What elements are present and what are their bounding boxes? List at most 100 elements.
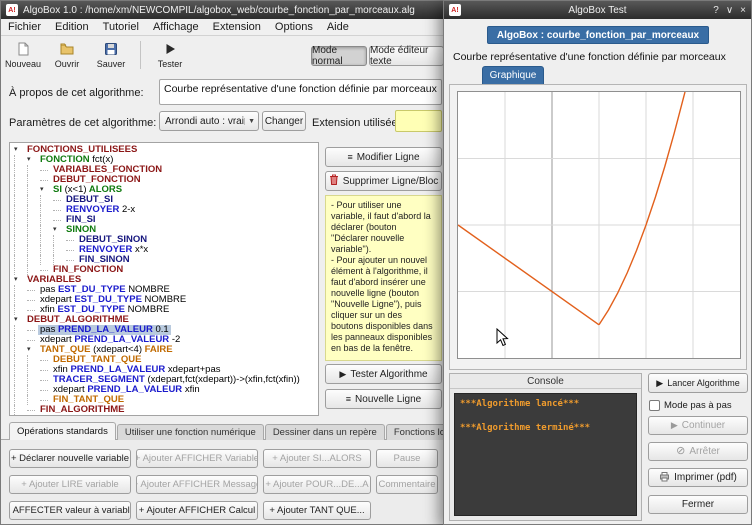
indent-guide xyxy=(27,165,40,175)
extension-field[interactable] xyxy=(395,110,442,132)
indent-guide xyxy=(53,235,66,245)
test-window-title: AlgoBox Test xyxy=(444,5,751,16)
indent-guide xyxy=(40,245,53,255)
menu-extension[interactable]: Extension xyxy=(206,21,268,33)
branch-tick xyxy=(40,360,48,361)
tester-algorithme-label: Tester Algorithme xyxy=(350,369,427,380)
expand-arrow-icon: ▾ xyxy=(27,345,38,355)
action-ajouter-tant-que[interactable]: + Ajouter TANT QUE... xyxy=(263,501,371,520)
tree-line[interactable]: DEBUT_SINON xyxy=(11,235,318,245)
indent-guide xyxy=(14,365,27,375)
params-dropdown[interactable]: Arrondi auto : vrai ▼ xyxy=(159,111,259,131)
indent-guide xyxy=(53,245,66,255)
mode-normal-button[interactable]: Mode normal xyxy=(311,46,367,66)
indent-guide xyxy=(40,215,53,225)
test-titlebar[interactable]: A! AlgoBox Test ? ∨ × xyxy=(444,1,751,19)
mode-pas-a-pas-checkbox[interactable] xyxy=(649,400,660,411)
params-label: Paramètres de cet algorithme: xyxy=(9,117,156,129)
indent-guide xyxy=(27,225,40,235)
tab-operations-standards[interactable]: Opérations standards xyxy=(9,422,116,440)
indent-guide xyxy=(27,195,40,205)
mode-editeur-texte-button[interactable]: Mode éditeur texte xyxy=(369,46,444,66)
lancer-algorithme-button[interactable]: ▶ Lancer Algorithme xyxy=(648,373,748,393)
branch-tick xyxy=(40,370,48,371)
branch-tick xyxy=(66,240,74,241)
menu-options[interactable]: Options xyxy=(268,21,320,33)
indent-guide xyxy=(27,245,40,255)
fermer-label: Fermer xyxy=(682,499,714,510)
branch-tick xyxy=(66,250,74,251)
edit-lines-icon: ≡ xyxy=(347,153,352,162)
mode-pas-a-pas-label: Mode pas à pas xyxy=(664,400,732,411)
action-ajouter-afficher-variable: + Ajouter AFFICHER Variable xyxy=(136,449,258,468)
branch-tick xyxy=(27,330,35,331)
changer-button[interactable]: Changer xyxy=(262,111,306,131)
save-button[interactable]: Sauver xyxy=(89,38,133,72)
tab-graphique[interactable]: Graphique xyxy=(482,66,544,85)
supprimer-ligne-button[interactable]: Supprimer Ligne/Bloc xyxy=(325,171,442,191)
continuer-button[interactable]: ▶ Continuer xyxy=(648,416,748,435)
branch-tick xyxy=(40,170,48,171)
about-field[interactable]: Courbe représentative d'une fonction déf… xyxy=(159,79,442,105)
expand-arrow-icon: ▾ xyxy=(40,185,51,195)
new-document-icon xyxy=(16,42,30,58)
indent-guide xyxy=(27,215,40,225)
new-button[interactable]: Nouveau xyxy=(1,38,45,72)
action-ajouter-si-alors: + Ajouter SI...ALORS xyxy=(263,449,371,468)
tree-line[interactable]: FIN_SI xyxy=(11,215,318,225)
algorithm-tree[interactable]: ▾FONCTIONS_UTILISEES▾FONCTION fct(x)VARI… xyxy=(9,142,319,416)
branch-tick xyxy=(27,290,35,291)
stop-icon: ⊘ xyxy=(676,446,685,457)
tree-line[interactable]: ▾SI (x<1) ALORS xyxy=(11,185,318,195)
indent-guide xyxy=(27,385,40,395)
console-output[interactable]: ***Algorithme lancé*** ***Algorithme ter… xyxy=(454,393,637,516)
about-field-value: Courbe représentative d'une fonction déf… xyxy=(164,83,437,95)
branch-tick xyxy=(53,210,61,211)
nouvelle-ligne-button[interactable]: ≡ Nouvelle Ligne xyxy=(325,389,442,409)
about-label: À propos de cet algorithme: xyxy=(9,87,144,99)
tab-utiliser-une-fonction-numerique[interactable]: Utiliser une fonction numérique xyxy=(117,424,264,440)
save-button-label: Sauver xyxy=(97,59,126,69)
branch-tick xyxy=(40,270,48,271)
branch-tick xyxy=(53,200,61,201)
action-ajouter-afficher-calcul[interactable]: + Ajouter AFFICHER Calcul xyxy=(136,501,258,520)
indent-guide xyxy=(14,405,27,415)
tree-line[interactable]: FIN_ALGORITHME xyxy=(11,405,318,415)
toolbar-separator xyxy=(140,41,141,69)
tree-line[interactable]: RENVOYER 2-x xyxy=(11,205,318,215)
menu-items: FichierEditionTutorielAffichageExtension… xyxy=(1,21,356,33)
modifier-ligne-button[interactable]: ≡ Modifier Ligne xyxy=(325,147,442,167)
test-button-label: Tester xyxy=(158,59,183,69)
params-dropdown-value: Arrondi auto : vrai xyxy=(165,116,244,127)
tree-line[interactable]: DEBUT_SI xyxy=(11,195,318,205)
modifier-ligne-label: Modifier Ligne xyxy=(357,152,420,163)
indent-guide xyxy=(27,175,40,185)
play-icon: ▶ xyxy=(671,421,678,430)
indent-guide xyxy=(14,195,27,205)
indent-guide xyxy=(27,375,40,385)
tree-line[interactable]: ▾SINON xyxy=(11,225,318,235)
imprimer-pdf-button[interactable]: Imprimer (pdf) xyxy=(648,468,748,487)
indent-guide xyxy=(27,185,40,195)
menu-tutoriel[interactable]: Tutoriel xyxy=(96,21,146,33)
open-button[interactable]: Ouvrir xyxy=(45,38,89,72)
menu-fichier[interactable]: Fichier xyxy=(1,21,48,33)
menu-affichage[interactable]: Affichage xyxy=(146,21,206,33)
action-affecter-valeur-a-variable[interactable]: + AFFECTER valeur à variable xyxy=(9,501,131,520)
menu-aide[interactable]: Aide xyxy=(320,21,356,33)
action-declarer-nouvelle-variable[interactable]: + Déclarer nouvelle variable xyxy=(9,449,131,468)
fermer-button[interactable]: Fermer xyxy=(648,495,748,514)
tree-line[interactable]: RENVOYER x*x xyxy=(11,245,318,255)
arreter-button[interactable]: ⊘ Arrêter xyxy=(648,442,748,461)
expand-arrow-icon: ▾ xyxy=(14,275,25,285)
test-button[interactable]: Tester xyxy=(148,38,192,72)
tab-dessiner-dans-un-repere[interactable]: Dessiner dans un repère xyxy=(265,424,385,440)
mode-normal-label: Mode normal xyxy=(312,45,366,67)
test-window: A! AlgoBox Test ? ∨ × AlgoBox : courbe_f… xyxy=(443,0,752,525)
tester-algorithme-button[interactable]: ▶ Tester Algorithme xyxy=(325,364,442,384)
menu-edition[interactable]: Edition xyxy=(48,21,96,33)
imprimer-pdf-label: Imprimer (pdf) xyxy=(674,472,737,483)
branch-tick xyxy=(53,220,61,221)
indent-guide xyxy=(14,305,27,315)
graph-svg xyxy=(458,92,740,358)
